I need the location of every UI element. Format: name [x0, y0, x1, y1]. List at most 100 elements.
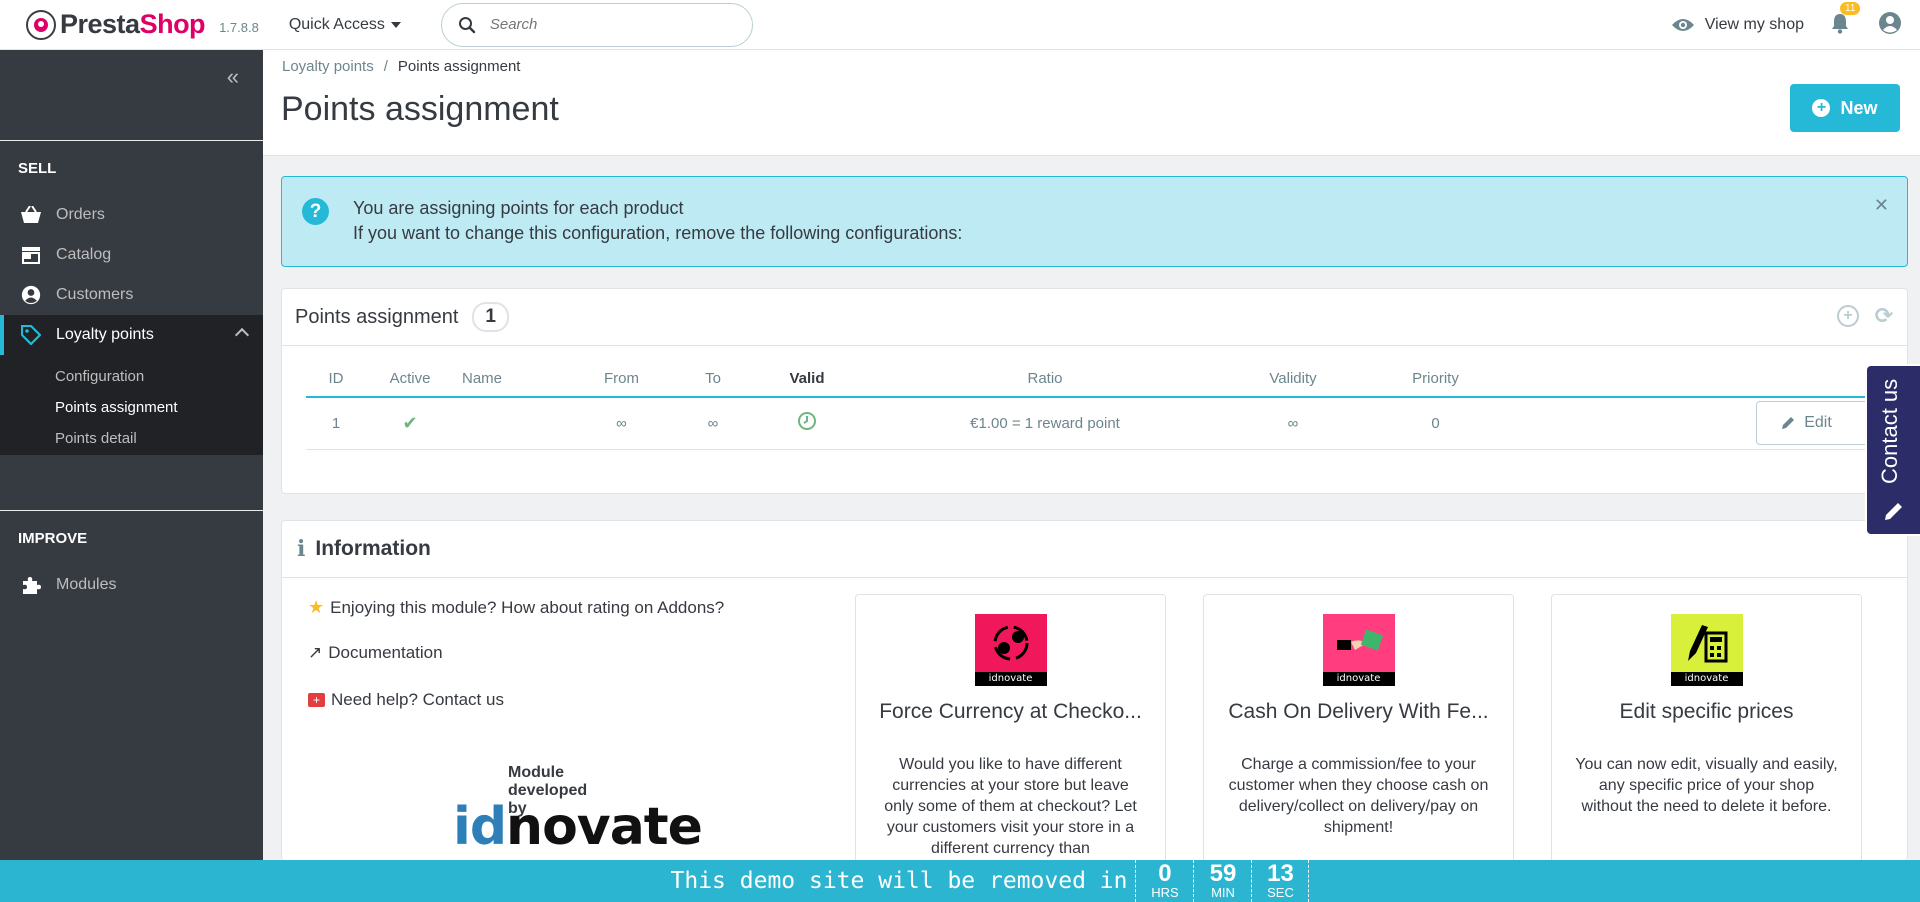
- eye-icon: [1671, 19, 1694, 31]
- breadcrumb-separator: /: [383, 58, 388, 75]
- column-header-valid[interactable]: Valid: [762, 361, 852, 398]
- sidebar-subitem-configuration[interactable]: Configuration: [0, 361, 263, 392]
- column-header-id[interactable]: ID: [306, 361, 366, 398]
- sidebar-item-label: Catalog: [56, 246, 112, 263]
- search-box[interactable]: [440, 2, 753, 47]
- search-input[interactable]: [489, 16, 730, 33]
- contact-us-label: Contact us: [1877, 378, 1902, 484]
- cell-name: [454, 397, 579, 450]
- cell-active[interactable]: ✔: [366, 397, 454, 450]
- calculator-icon: [1670, 614, 1743, 672]
- minutes-unit: MIN: [1211, 885, 1235, 900]
- sidebar-divider: [0, 510, 263, 511]
- column-header-ratio[interactable]: Ratio: [852, 361, 1238, 398]
- top-bar: PrestaShop 1.7.8.8 Quick Access View my …: [0, 0, 1920, 50]
- clock-icon: [798, 412, 816, 431]
- sidebar-item-label: Modules: [56, 576, 117, 593]
- sidebar-item-customers[interactable]: Customers: [0, 275, 263, 315]
- table-header-row: ID Active Name From To Valid Ratio Valid…: [306, 361, 1896, 398]
- demo-message: This demo site will be removed in: [670, 868, 1128, 894]
- info-icon: i: [297, 536, 306, 562]
- chevron-up-icon: [234, 327, 250, 343]
- column-header-priority[interactable]: Priority: [1348, 361, 1523, 398]
- caret-down-icon: [390, 21, 401, 28]
- module-card-force-currency[interactable]: idnovate Force Currency at Checko... Wou…: [855, 594, 1166, 860]
- module-card-cash-on-delivery[interactable]: idnovate Cash On Delivery With Fe... Cha…: [1203, 594, 1514, 860]
- module-brand-label: idnovate: [1670, 672, 1743, 686]
- puffin-logo-icon: [26, 9, 56, 40]
- rate-module-label: Enjoying this module? How about rating o…: [330, 597, 725, 617]
- sidebar-item-catalog[interactable]: Catalog: [0, 235, 263, 275]
- cash-hand-icon: [1322, 614, 1395, 672]
- view-my-shop-link[interactable]: View my shop: [1671, 16, 1804, 34]
- collapse-sidebar-icon[interactable]: «: [227, 64, 239, 90]
- module-description: Would you like to have different currenc…: [884, 756, 1137, 857]
- cell-actions: Edit: [1523, 397, 1896, 450]
- breadcrumb-parent-link[interactable]: Loyalty points: [282, 58, 374, 75]
- information-panel: i Information ★ Enjoying this module? How…: [281, 520, 1908, 860]
- table-row: 1 ✔ ∞ ∞ €1.00 = 1 reward point ∞ 0 Edit: [306, 397, 1896, 450]
- edit-button[interactable]: Edit: [1757, 414, 1855, 432]
- module-brand-label: idnovate: [1322, 672, 1395, 686]
- column-header-validity[interactable]: Validity: [1238, 361, 1348, 398]
- sidebar-subitem-points-assignment[interactable]: Points assignment: [0, 392, 263, 423]
- module-title: Edit specific prices: [1619, 700, 1794, 723]
- seconds-unit: SEC: [1267, 885, 1294, 900]
- check-icon: ✔: [402, 412, 418, 433]
- module-title: Cash On Delivery With Fe...: [1228, 700, 1489, 723]
- notifications-button[interactable]: 11: [1830, 1, 1861, 39]
- module-description: You can now edit, visually and easily, a…: [1575, 756, 1838, 815]
- logo-text-suffix: Shop: [139, 9, 206, 39]
- module-card-edit-specific-prices[interactable]: idnovate Edit specific prices You can no…: [1551, 594, 1862, 860]
- sidebar-item-orders[interactable]: Orders: [0, 195, 263, 235]
- cell-id: 1: [306, 397, 366, 450]
- close-icon[interactable]: ✕: [1874, 195, 1889, 216]
- search-icon: [458, 16, 476, 33]
- panel-title: Information: [315, 537, 431, 560]
- row-count-badge: 1: [472, 302, 509, 332]
- module-title: Force Currency at Checko...: [879, 700, 1142, 723]
- breadcrumb: Loyalty points / Points assignment: [282, 58, 520, 75]
- puzzle-icon: [18, 575, 44, 595]
- sidebar-item-modules[interactable]: Modules: [0, 565, 263, 605]
- hours-unit: HRS: [1151, 885, 1179, 900]
- star-icon: ★: [308, 597, 325, 617]
- add-circle-icon[interactable]: +: [1837, 305, 1859, 327]
- column-header-active[interactable]: Active: [366, 361, 454, 398]
- page-header: Loyalty points / Points assignment Points …: [263, 50, 1920, 156]
- demo-countdown-bar: This demo site will be removed in 0 HRS 5…: [0, 860, 1920, 902]
- sidebar: « SELL Orders Catalog Customers Loyalty …: [0, 50, 263, 860]
- sidebar-section-improve: IMPROVE: [18, 530, 88, 547]
- countdown-hours: 0 HRS: [1135, 860, 1193, 902]
- sidebar-item-label: Customers: [56, 286, 134, 303]
- module-thumbnail: idnovate: [974, 614, 1047, 686]
- sidebar-submenu: Configuration Points assignment Points d…: [0, 355, 263, 455]
- column-header-name[interactable]: Name: [454, 361, 579, 398]
- refresh-icon[interactable]: ⟳: [1873, 303, 1895, 328]
- idnovate-logo[interactable]: idnovate: [453, 797, 703, 857]
- page-title: Points assignment: [281, 90, 559, 128]
- cell-priority: 0: [1348, 397, 1523, 450]
- quick-access-dropdown[interactable]: Quick Access: [289, 16, 401, 34]
- documentation-link[interactable]: ↗ Documentation: [308, 643, 443, 663]
- countdown-seconds: 13 SEC: [1251, 860, 1310, 902]
- add-new-button[interactable]: + New: [1790, 84, 1900, 132]
- column-header-from[interactable]: From: [579, 361, 664, 398]
- sidebar-subitem-points-detail[interactable]: Points detail: [0, 423, 263, 454]
- sidebar-item-loyalty-points[interactable]: Loyalty points: [0, 315, 263, 355]
- plus-circle-icon: +: [1812, 99, 1831, 117]
- points-assignment-panel: Points assignment 1 + ⟳ ID Active Name F…: [281, 288, 1908, 494]
- breadcrumb-current: Points assignment: [397, 58, 521, 75]
- help-contact-link[interactable]: + Need help? Contact us: [308, 690, 504, 710]
- edit-label: Edit: [1804, 414, 1832, 432]
- rate-module-link[interactable]: ★ Enjoying this module? How about rating …: [308, 597, 724, 618]
- view-shop-label: View my shop: [1704, 16, 1804, 33]
- contact-us-tab[interactable]: Contact us: [1865, 364, 1920, 536]
- column-header-to[interactable]: To: [664, 361, 762, 398]
- notification-count-badge: 11: [1840, 1, 1861, 15]
- prestashop-logo[interactable]: PrestaShop: [26, 9, 206, 40]
- account-button[interactable]: [1878, 11, 1902, 40]
- add-new-label: New: [1840, 97, 1878, 118]
- cell-validity: ∞: [1238, 397, 1348, 450]
- help-contact-label: Need help? Contact us: [331, 690, 504, 709]
